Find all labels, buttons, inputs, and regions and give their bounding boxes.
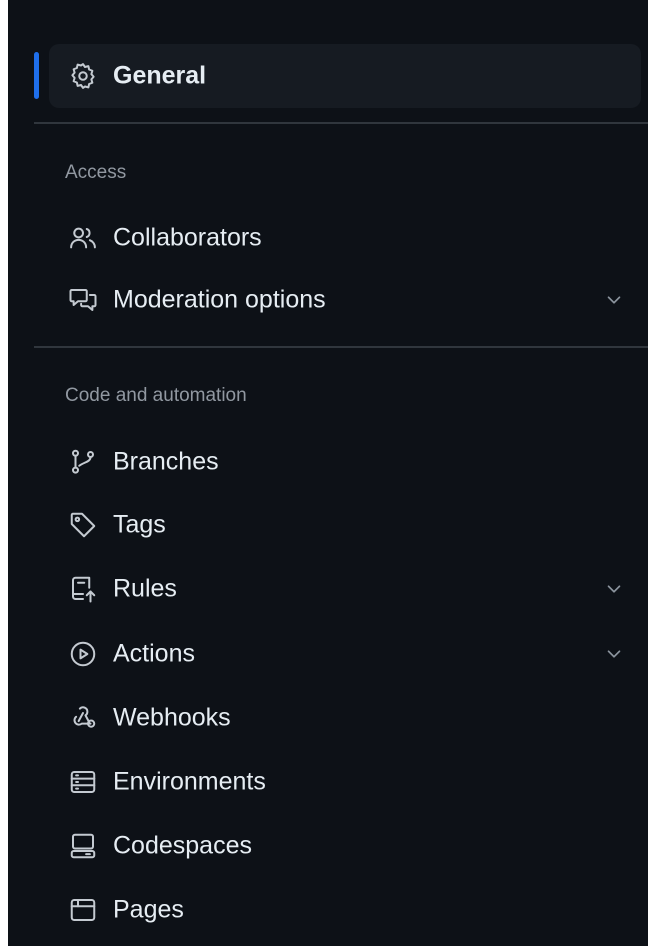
settings-sidebar: General Access Collaborators Moderation … — [8, 0, 648, 946]
section-title-code-and-automation: Code and automation — [65, 385, 247, 406]
codespaces-icon — [67, 830, 99, 862]
sidebar-item-collaborators[interactable]: Collaborators — [49, 213, 641, 263]
sidebar-item-label: General — [113, 61, 207, 90]
active-indicator — [34, 52, 39, 99]
sidebar-item-label: Rules — [113, 574, 177, 603]
sidebar-item-label: Moderation options — [113, 285, 326, 314]
people-icon — [67, 222, 99, 254]
git-branch-icon — [67, 446, 99, 478]
comment-discussion-icon — [67, 284, 99, 316]
sidebar-item-label: Tags — [113, 510, 166, 539]
sidebar-item-moderation-options[interactable]: Moderation options — [49, 275, 641, 325]
webhook-icon — [67, 702, 99, 734]
sidebar-item-tags[interactable]: Tags — [49, 500, 641, 550]
sidebar-item-actions[interactable]: Actions — [49, 629, 641, 679]
sidebar-item-label: Environments — [113, 767, 266, 796]
gear-icon — [67, 60, 99, 92]
repo-push-icon — [67, 573, 99, 605]
chevron-down-icon[interactable] — [603, 289, 625, 311]
sidebar-item-label: Codespaces — [113, 831, 252, 860]
browser-icon — [67, 894, 99, 926]
sidebar-item-label: Actions — [113, 639, 195, 668]
sidebar-item-codespaces[interactable]: Codespaces — [49, 821, 641, 871]
sidebar-item-environments[interactable]: Environments — [49, 757, 641, 807]
sidebar-item-label: Webhooks — [113, 703, 231, 732]
sidebar-item-webhooks[interactable]: Webhooks — [49, 693, 641, 743]
tag-icon — [67, 509, 99, 541]
sidebar-item-rules[interactable]: Rules — [49, 564, 641, 614]
divider — [34, 122, 648, 124]
sidebar-item-pages[interactable]: Pages — [49, 885, 641, 935]
section-title-access: Access — [65, 162, 127, 183]
play-icon — [67, 638, 99, 670]
divider — [34, 346, 648, 348]
sidebar-item-label: Pages — [113, 895, 184, 924]
chevron-down-icon[interactable] — [603, 643, 625, 665]
sidebar-item-label: Collaborators — [113, 223, 262, 252]
sidebar-item-branches[interactable]: Branches — [49, 437, 641, 487]
sidebar-item-label: Branches — [113, 447, 219, 476]
sidebar-item-general[interactable]: General — [49, 44, 641, 108]
chevron-down-icon[interactable] — [603, 578, 625, 600]
server-icon — [67, 766, 99, 798]
